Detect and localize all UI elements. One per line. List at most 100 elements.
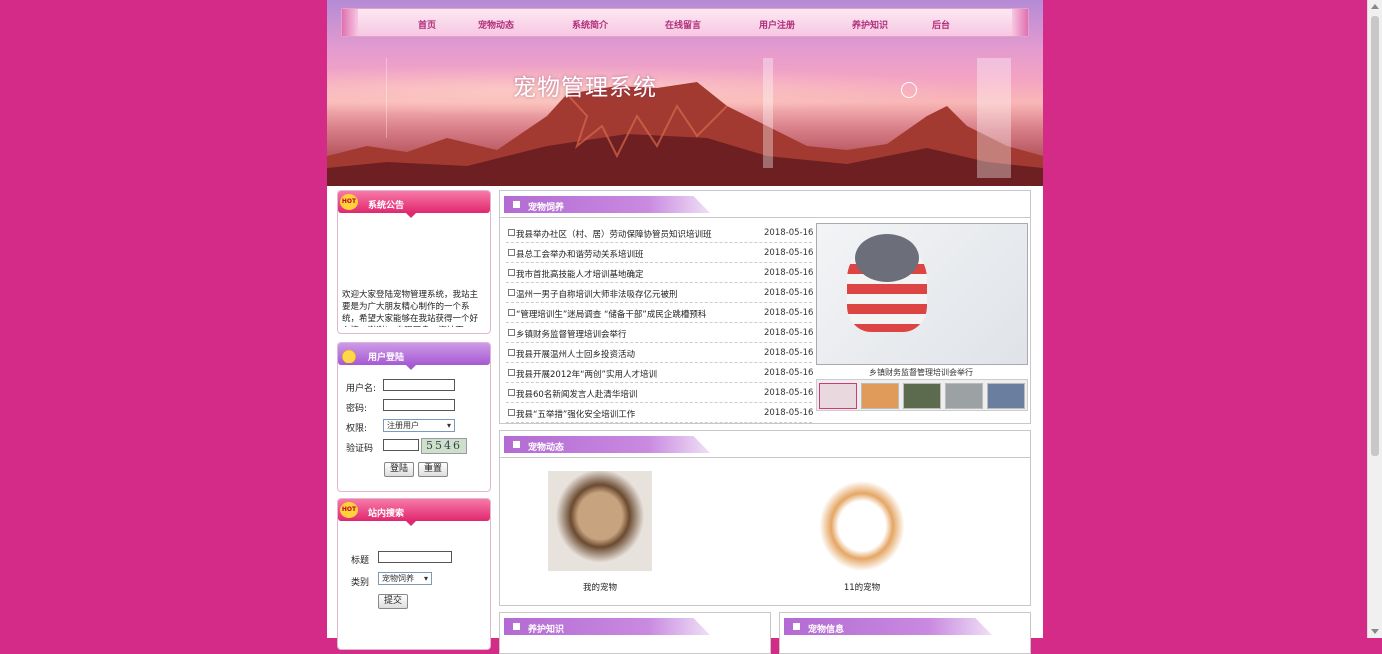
divider bbox=[500, 217, 1030, 218]
divider bbox=[500, 457, 1030, 458]
news-row[interactable]: 温州一男子自称培训大师非法吸存亿元被刑 2018-05-16 bbox=[506, 283, 814, 303]
news-row[interactable]: 我县开展温州人士回乡投资活动 2018-05-16 bbox=[506, 343, 813, 363]
news-date: 2018-05-16 bbox=[764, 228, 814, 238]
news-row[interactable]: 我县“五举措”强化安全培训工作 2018-05-16 bbox=[506, 403, 814, 423]
news-date: 2018-05-16 bbox=[764, 288, 814, 298]
thumbnail-1[interactable] bbox=[819, 383, 857, 409]
bullet-icon bbox=[508, 249, 515, 256]
pet-label[interactable]: 我的宠物 bbox=[548, 581, 652, 593]
main-nav: 首页 宠物动态 系统简介 在线留言 用户注册 养护知识 后台 bbox=[341, 8, 1029, 37]
news-title[interactable]: 温州一男子自称培训大师非法吸存亿元被刑 bbox=[516, 288, 678, 300]
thumbnail-5[interactable] bbox=[987, 383, 1025, 409]
pet-card[interactable]: 我的宠物 bbox=[548, 471, 652, 593]
news-title[interactable]: 乡镇财务监督管理培训会举行 bbox=[516, 328, 627, 340]
bullet-icon bbox=[508, 369, 515, 376]
medal-icon bbox=[342, 345, 356, 363]
search-category-select[interactable]: 宠物饲养 bbox=[378, 572, 432, 585]
feeding-header: 宠物饲养 bbox=[504, 196, 710, 213]
news-title[interactable]: 我县开展温州人士回乡投资活动 bbox=[516, 348, 635, 360]
news-row[interactable]: 我县举办社区（村、居）劳动保障协管员知识培训班 2018-05-16 bbox=[506, 223, 814, 243]
password-input[interactable] bbox=[383, 399, 455, 411]
nav-register[interactable]: 用户注册 bbox=[759, 18, 795, 31]
news-title[interactable]: “管理培训生”迷局调查 “储备干部”成民企跳槽预科 bbox=[516, 308, 706, 320]
decor-line bbox=[386, 58, 387, 138]
notice-title-bar: HOT 系统公告 bbox=[338, 191, 490, 218]
username-input[interactable] bbox=[383, 379, 455, 391]
dynamics-title: 宠物动态 bbox=[528, 443, 565, 453]
guinea-pig-photo[interactable] bbox=[810, 471, 914, 571]
pug-photo[interactable] bbox=[548, 471, 652, 571]
news-row[interactable]: 我县60名新闻发言人赴清华培训 2018-05-16 bbox=[506, 383, 813, 403]
news-row[interactable]: “管理培训生”迷局调查 “储备干部”成民企跳槽预科 2018-05-16 bbox=[506, 303, 814, 323]
square-bullet-icon bbox=[513, 201, 520, 208]
pet-card[interactable]: 11的宠物 bbox=[810, 471, 914, 593]
search-title-bar: HOT 站内搜索 bbox=[338, 499, 490, 526]
password-label: 密码: bbox=[346, 404, 368, 414]
login-title-bar: 用户登陆 bbox=[338, 343, 490, 370]
search-category-label: 类别 bbox=[351, 578, 370, 588]
role-select[interactable]: 注册用户 bbox=[383, 419, 455, 432]
thumbnail-2[interactable] bbox=[861, 383, 899, 409]
bullet-icon bbox=[508, 329, 515, 336]
search-panel: HOT 站内搜索 标题 类别 宠物饲养 提交 bbox=[337, 498, 491, 650]
slideshow-image[interactable] bbox=[816, 223, 1028, 365]
news-title[interactable]: 我县开展2012年“两创”实用人才培训 bbox=[516, 368, 657, 380]
nav-admin[interactable]: 后台 bbox=[932, 18, 950, 31]
username-label: 用户名: bbox=[346, 384, 377, 394]
news-date: 2018-05-16 bbox=[764, 368, 814, 378]
news-row[interactable]: 乡镇财务监督管理培训会举行 2018-05-16 bbox=[506, 323, 814, 343]
search-title-input[interactable] bbox=[378, 551, 452, 563]
site-title: 宠物管理系统 bbox=[513, 75, 657, 101]
news-date: 2018-05-16 bbox=[764, 308, 814, 318]
news-date: 2018-05-16 bbox=[764, 328, 814, 338]
nav-ornament-left bbox=[342, 9, 358, 36]
news-row[interactable]: 我市首批高技能人才培训基地确定 2018-05-16 bbox=[506, 263, 814, 283]
hot-badge-icon: HOT bbox=[340, 194, 358, 210]
bullet-icon bbox=[508, 309, 515, 316]
login-button[interactable]: 登陆 bbox=[384, 462, 414, 477]
dynamics-header: 宠物动态 bbox=[504, 436, 710, 453]
news-date: 2018-05-16 bbox=[764, 408, 814, 418]
square-bullet-icon bbox=[513, 441, 520, 448]
info-title: 宠物信息 bbox=[808, 625, 845, 635]
news-title[interactable]: 我县60名新闻发言人赴清华培训 bbox=[516, 388, 637, 400]
captcha-image[interactable]: 5546 bbox=[421, 438, 467, 454]
dynamics-section: 宠物动态 我的宠物 11的宠物 bbox=[499, 430, 1031, 606]
scroll-down-icon[interactable] bbox=[1371, 629, 1379, 634]
search-title: 站内搜索 bbox=[368, 509, 405, 519]
square-bullet-icon bbox=[513, 623, 520, 630]
news-row[interactable]: 我县开展2012年“两创”实用人才培训 2018-05-16 bbox=[506, 363, 814, 383]
pet-label[interactable]: 11的宠物 bbox=[810, 581, 914, 593]
thumbnail-3[interactable] bbox=[903, 383, 941, 409]
captcha-input[interactable] bbox=[383, 439, 419, 451]
login-panel: 用户登陆 用户名: 密码: 权限: 注册用户 验证码 5546 登陆 重置 bbox=[337, 342, 491, 492]
news-row[interactable]: 县总工会举办和谐劳动关系培训班 2018-05-16 bbox=[506, 243, 814, 263]
bullet-icon bbox=[508, 349, 515, 356]
scroll-up-icon[interactable] bbox=[1371, 4, 1379, 9]
reset-button[interactable]: 重置 bbox=[418, 462, 448, 477]
nav-care-knowledge[interactable]: 养护知识 bbox=[852, 18, 888, 31]
nav-guestbook[interactable]: 在线留言 bbox=[665, 18, 701, 31]
news-title[interactable]: 我市首批高技能人才培训基地确定 bbox=[516, 268, 644, 280]
news-title[interactable]: 县总工会举办和谐劳动关系培训班 bbox=[516, 248, 644, 260]
slideshow-caption[interactable]: 乡镇财务监督管理培训会举行 bbox=[816, 367, 1026, 378]
thumbnail-4[interactable] bbox=[945, 383, 983, 409]
nav-pet-news[interactable]: 宠物动态 bbox=[478, 18, 514, 31]
info-section: 宠物信息 bbox=[779, 612, 1031, 654]
dog-head-photo bbox=[855, 234, 919, 282]
role-label: 权限: bbox=[346, 424, 368, 434]
hot-badge-icon: HOT bbox=[340, 502, 358, 518]
care-header: 养护知识 bbox=[504, 618, 710, 635]
bullet-icon bbox=[508, 269, 515, 276]
news-date: 2018-05-16 bbox=[764, 268, 814, 278]
nav-home[interactable]: 首页 bbox=[418, 18, 436, 31]
page-scrollbar[interactable] bbox=[1367, 0, 1382, 638]
news-title[interactable]: 我县“五举措”强化安全培训工作 bbox=[516, 408, 635, 420]
news-date: 2018-05-16 bbox=[764, 248, 814, 258]
news-title[interactable]: 我县举办社区（村、居）劳动保障协管员知识培训班 bbox=[516, 228, 712, 240]
nav-about[interactable]: 系统简介 bbox=[572, 18, 608, 31]
scroll-thumb[interactable] bbox=[1371, 16, 1379, 456]
square-bullet-icon bbox=[793, 623, 800, 630]
search-submit-button[interactable]: 提交 bbox=[378, 594, 408, 609]
bullet-icon bbox=[508, 389, 515, 396]
